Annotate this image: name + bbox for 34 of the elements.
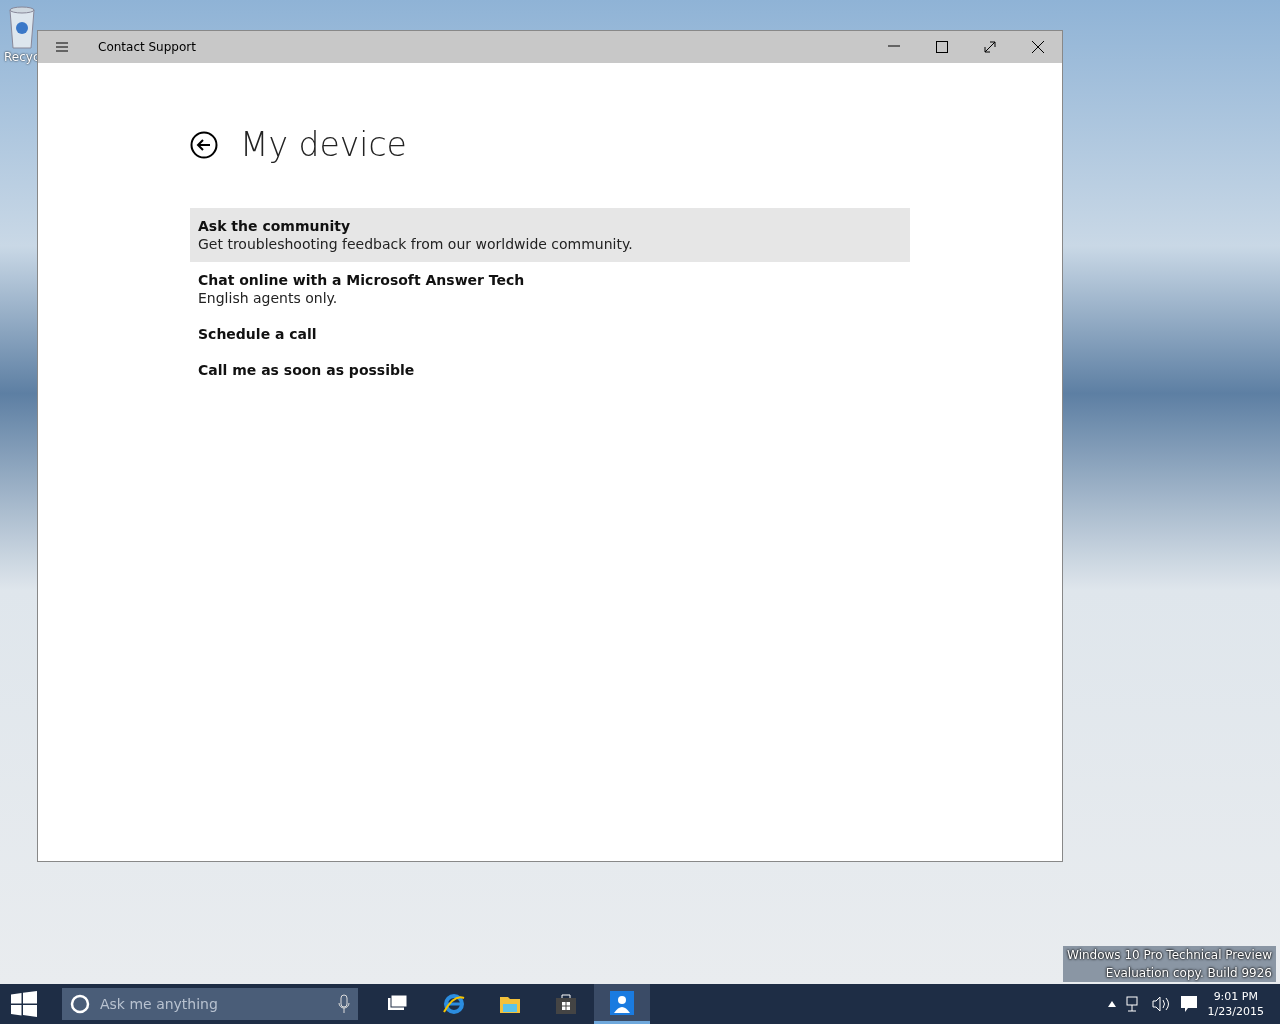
- evaluation-text: Evaluation copy. Build 9926: [1105, 965, 1272, 982]
- back-button[interactable]: [190, 130, 218, 159]
- support-option[interactable]: Call me as soon as possible: [190, 352, 910, 388]
- circle-icon: [70, 994, 90, 1014]
- microphone-icon: [338, 994, 350, 1014]
- option-title: Chat online with a Microsoft Answer Tech: [198, 272, 526, 288]
- option-description: Get troubleshooting feedback from our worldwide community.: [198, 236, 634, 252]
- clock-date[interactable]: 1/23/2015: [1207, 1004, 1264, 1019]
- support-option[interactable]: Ask the community Get troubleshooting feedback from our worldwide community.: [190, 208, 910, 262]
- caret-up-icon[interactable]: [1107, 1001, 1116, 1007]
- browser-e-icon: [442, 992, 466, 1016]
- menu-icon: [56, 42, 68, 52]
- windows-logo-icon: [11, 991, 37, 1017]
- option-title: Ask the community: [198, 218, 352, 234]
- speaker-icon[interactable]: [1151, 996, 1170, 1012]
- support-option[interactable]: Chat online with a Microsoft Answer Tech English agents only.: [190, 262, 910, 316]
- expand-arrows-icon: [984, 41, 996, 53]
- person-icon: [610, 990, 634, 1015]
- support-option[interactable]: Schedule a call: [190, 316, 910, 352]
- clock-time[interactable]: 9:01 PM: [1213, 989, 1258, 1004]
- search-field[interactable]: Ask me anything: [62, 988, 358, 1020]
- search-input[interactable]: Ask me anything: [98, 995, 330, 1013]
- option-title: Schedule a call: [198, 326, 318, 342]
- shopping-bag-icon: [554, 992, 578, 1016]
- close-icon: [1032, 41, 1044, 53]
- maximize-icon: [936, 41, 948, 53]
- option-title: Call me as soon as possible: [198, 362, 416, 378]
- icon-label: Recyc: [4, 50, 40, 64]
- page-heading: My device: [240, 125, 407, 164]
- window-title: Contact Support: [98, 40, 197, 54]
- option-description: English agents only.: [198, 290, 339, 306]
- taskbar-app-button[interactable]: [594, 984, 650, 1024]
- evaluation-text: Windows 10 Pro Technical Preview: [1067, 947, 1272, 964]
- notification-icon[interactable]: [1179, 995, 1198, 1013]
